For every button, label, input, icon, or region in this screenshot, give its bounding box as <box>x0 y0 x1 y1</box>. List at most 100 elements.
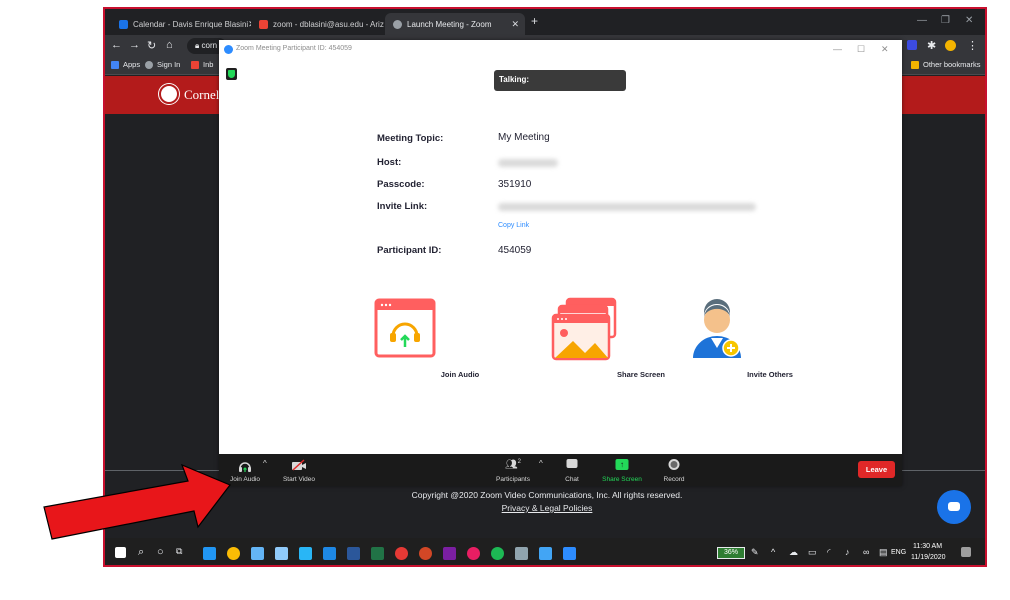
participants-count: 2 <box>517 459 522 465</box>
notification-center-icon[interactable] <box>961 547 971 557</box>
wifi-icon[interactable]: ◜ <box>827 547 831 558</box>
record-icon <box>668 459 680 470</box>
participants-button[interactable]: 👥︎2 Participants <box>489 454 537 486</box>
talking-indicator: Talking: <box>494 70 626 91</box>
keyboard-icon[interactable]: ▤ <box>879 547 888 558</box>
pen-icon[interactable]: ✎ <box>751 547 759 558</box>
tab-title: Calendar - Davis Enrique Blasini <box>133 19 249 29</box>
bookmark-label: Apps <box>123 60 141 69</box>
minimize-icon[interactable]: — <box>833 44 842 54</box>
forward-icon[interactable]: → <box>129 39 140 51</box>
home-icon[interactable]: ⌂ <box>166 39 173 51</box>
participant-id-label: Participant ID: <box>377 245 442 256</box>
chrome-red-app-icon[interactable] <box>395 547 408 560</box>
reload-icon[interactable]: ↻ <box>147 39 156 52</box>
minimize-icon[interactable]: — <box>917 15 927 26</box>
passcode-label: Passcode: <box>377 179 425 190</box>
bookmark-label: Other bookmarks <box>923 60 981 69</box>
new-tab-button[interactable]: + <box>531 14 538 28</box>
copy-link-button[interactable]: Copy Link <box>498 222 529 229</box>
participant-id-value: 454059 <box>498 245 532 256</box>
onenote-app-icon[interactable] <box>443 547 456 560</box>
itunes-app-icon[interactable] <box>467 547 480 560</box>
bookmark-signin[interactable]: Sign In <box>145 60 180 69</box>
folder-icon <box>911 60 919 69</box>
zoom-title-bar: Zoom Meeting Participant ID: 454059 — ☐ … <box>219 40 902 60</box>
chat-button[interactable]: Chat <box>555 454 589 486</box>
excel-app-icon[interactable] <box>371 547 384 560</box>
bookmark-inbox[interactable]: Inb <box>191 60 213 69</box>
apps-grid-icon <box>111 60 119 69</box>
zoom-logo-icon <box>224 45 233 54</box>
record-caption: Record <box>663 476 685 483</box>
share-screen-icon <box>551 297 617 361</box>
bookmark-label: Sign In <box>157 60 181 69</box>
invite-link-blurred[interactable] <box>498 203 756 211</box>
bookmark-other[interactable]: Other bookmarks <box>911 60 981 69</box>
globe-icon <box>145 60 153 69</box>
volume-icon[interactable]: ♪ <box>845 547 850 557</box>
calculator-app-icon[interactable] <box>251 547 264 560</box>
leave-button[interactable]: Leave <box>858 461 895 478</box>
browser-tab-bar: Calendar - Davis Enrique Blasini ✕ zoom … <box>105 9 985 35</box>
gmail-icon <box>191 60 199 69</box>
zoom-app-icon[interactable] <box>563 547 576 560</box>
zoom-meeting-toolbar: Join Audio ^ Start Video 👥︎2 Participant… <box>219 454 902 486</box>
lock-icon: 🔒︎ <box>195 41 200 50</box>
chevron-up-icon[interactable]: ^ <box>263 459 267 468</box>
participants-icon: 👥︎2 <box>504 459 522 471</box>
avatar[interactable] <box>945 40 956 51</box>
headphones-icon <box>374 298 436 358</box>
close-window-icon[interactable]: ✕ <box>965 15 973 26</box>
calendar-app-icon[interactable] <box>299 547 312 560</box>
powerpoint-app-icon[interactable] <box>419 547 432 560</box>
participants-caption: Participants <box>496 476 530 483</box>
maximize-icon[interactable]: ☐ <box>857 44 865 55</box>
chat-caption: Chat <box>565 476 579 483</box>
tab-launch-meeting[interactable]: Launch Meeting - Zoom ✕ <box>385 13 525 35</box>
extension-icon[interactable] <box>907 40 917 50</box>
back-icon[interactable]: ← <box>111 39 122 51</box>
clock-date[interactable]: 11/19/2020 <box>911 554 946 561</box>
network-icon[interactable]: ▭ <box>808 547 817 558</box>
chevron-up-icon[interactable]: ^ <box>771 547 775 557</box>
share-screen-button[interactable]: ↑ Share Screen <box>597 454 647 486</box>
start-video-button[interactable]: Start Video <box>277 454 321 486</box>
tab-calendar[interactable]: Calendar - Davis Enrique Blasini ✕ <box>111 13 251 35</box>
menu-dots-icon[interactable]: ⋮ <box>967 39 978 52</box>
bookmark-apps[interactable]: Apps <box>111 60 140 69</box>
site-logo-text[interactable]: Cornell <box>184 87 223 103</box>
bookmark-label: Inb <box>203 60 214 69</box>
passcode-value: 351910 <box>498 179 532 190</box>
invite-link-label: Invite Link: <box>377 201 428 212</box>
notes-app-icon[interactable] <box>539 547 552 560</box>
link-icon[interactable]: ∞ <box>863 547 869 557</box>
word-app-icon[interactable] <box>347 547 360 560</box>
language-indicator[interactable]: ENG <box>891 549 906 556</box>
video-off-icon <box>292 459 306 471</box>
tab-gmail[interactable]: zoom - dblasini@asu.edu - Ariz ✕ <box>251 13 385 35</box>
paint-app-icon[interactable] <box>515 547 528 560</box>
window-title: Zoom Meeting Participant ID: 454059 <box>236 45 352 52</box>
chevron-up-icon[interactable]: ^ <box>539 459 543 468</box>
battery-indicator[interactable]: 36% <box>717 547 745 559</box>
security-shield-icon[interactable] <box>226 68 237 80</box>
red-arrow-annotation <box>43 463 231 540</box>
close-icon[interactable]: ✕ <box>511 19 519 30</box>
globe-icon <box>393 19 402 29</box>
spotify-app-icon[interactable] <box>491 547 504 560</box>
notepad-app-icon[interactable] <box>275 547 288 560</box>
explorer-app-icon[interactable] <box>323 547 336 560</box>
share-screen-caption: Share Screen <box>602 476 642 483</box>
share-screen-label: Share Screen <box>617 370 665 379</box>
chat-support-button[interactable] <box>937 490 971 524</box>
cloud-icon[interactable]: ☁ <box>789 547 798 558</box>
clock-time[interactable]: 11:30 AM <box>913 543 942 550</box>
puzzle-icon[interactable]: ✱ <box>927 39 936 52</box>
calendar-icon <box>119 19 128 29</box>
chat-bubble-icon <box>948 502 960 511</box>
record-button[interactable]: Record <box>656 454 692 486</box>
close-icon[interactable]: ✕ <box>881 44 889 55</box>
share-arrow-icon: ↑ <box>615 459 629 470</box>
maximize-icon[interactable]: ❐ <box>941 15 950 26</box>
